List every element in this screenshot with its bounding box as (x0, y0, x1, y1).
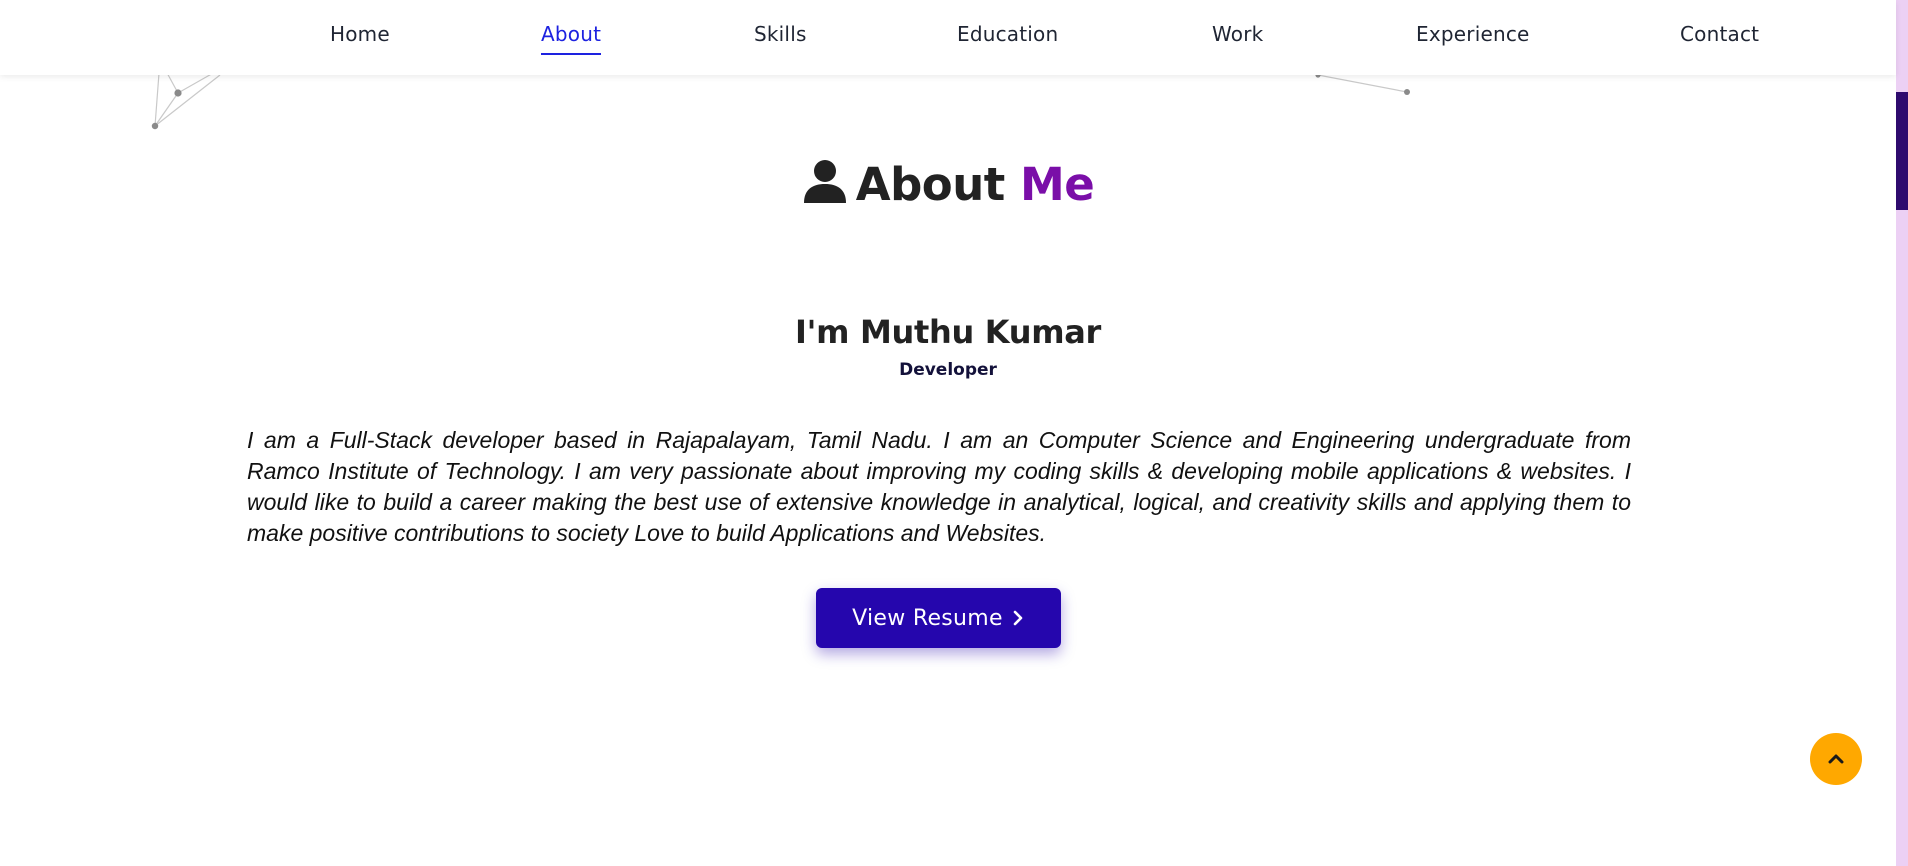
heading-accent: Me (1019, 158, 1095, 211)
scrollbar-thumb[interactable] (1896, 92, 1908, 210)
user-icon (803, 160, 846, 203)
chevron-up-icon (1828, 754, 1844, 764)
section-heading: About Me (0, 158, 1896, 211)
nav-education[interactable]: Education (957, 22, 1058, 46)
nav-contact[interactable]: Contact (1680, 22, 1759, 46)
nav-about[interactable]: About (541, 22, 602, 55)
scrollbar-track[interactable] (1896, 0, 1908, 866)
bio-paragraph: I am a Full-Stack developer based in Raj… (247, 427, 1631, 546)
scroll-to-top-button[interactable] (1810, 733, 1862, 785)
nav-skills[interactable]: Skills (754, 22, 807, 46)
heading-main: About (855, 158, 1006, 211)
chevron-right-icon (1013, 610, 1023, 626)
top-navbar: Home About Skills Education Work Experie… (0, 0, 1896, 75)
nav-home[interactable]: Home (330, 22, 390, 46)
nav-work[interactable]: Work (1212, 22, 1263, 46)
role-label: Developer (899, 360, 997, 380)
view-resume-button[interactable]: View Resume (816, 588, 1061, 648)
name-heading: I'm Muthu Kumar (794, 313, 1102, 351)
nav-experience[interactable]: Experience (1416, 22, 1530, 46)
page: Home About Skills Education Work Experie… (0, 0, 1908, 866)
view-resume-label: View Resume (852, 605, 1003, 631)
